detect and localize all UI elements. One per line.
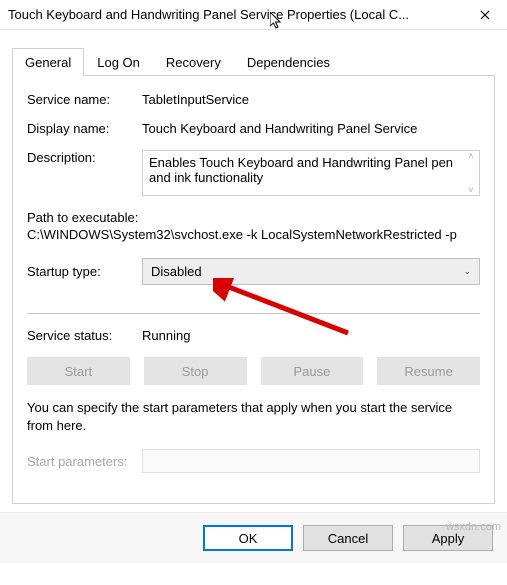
startup-type-value: Disabled bbox=[151, 264, 202, 279]
description-text: Enables Touch Keyboard and Handwriting P… bbox=[149, 155, 453, 185]
divider bbox=[27, 313, 480, 314]
path-label: Path to executable: bbox=[27, 210, 480, 225]
start-params-note: You can specify the start parameters tha… bbox=[27, 399, 480, 435]
start-parameters-input[interactable] bbox=[142, 449, 480, 473]
general-panel: Service name: TabletInputService Display… bbox=[12, 76, 495, 504]
service-name-value: TabletInputService bbox=[142, 92, 480, 107]
dialog-content: General Log On Recovery Dependencies Ser… bbox=[0, 30, 507, 512]
ok-button[interactable]: OK bbox=[203, 525, 293, 551]
startup-type-label: Startup type: bbox=[27, 264, 142, 279]
description-scrollbar[interactable]: ˄ ˅ bbox=[463, 151, 479, 195]
display-name-value: Touch Keyboard and Handwriting Panel Ser… bbox=[142, 121, 480, 136]
start-parameters-label: Start parameters: bbox=[27, 454, 142, 469]
dialog-footer: OK Cancel Apply bbox=[0, 512, 507, 563]
window-title: Touch Keyboard and Handwriting Panel Ser… bbox=[8, 7, 409, 22]
titlebar: Touch Keyboard and Handwriting Panel Ser… bbox=[0, 0, 507, 30]
scroll-up-icon[interactable]: ˄ bbox=[463, 151, 479, 161]
tab-dependencies[interactable]: Dependencies bbox=[234, 48, 343, 76]
start-button[interactable]: Start bbox=[27, 357, 130, 385]
cancel-button[interactable]: Cancel bbox=[303, 525, 393, 551]
tab-general[interactable]: General bbox=[12, 48, 84, 76]
watermark: wsxdn.com bbox=[446, 521, 501, 533]
chevron-down-icon: ⌄ bbox=[463, 266, 471, 277]
service-status-label: Service status: bbox=[27, 328, 142, 343]
path-value: C:\WINDOWS\System32\svchost.exe -k Local… bbox=[27, 227, 480, 242]
pause-button[interactable]: Pause bbox=[261, 357, 364, 385]
close-icon bbox=[480, 10, 490, 20]
close-button[interactable] bbox=[462, 0, 507, 30]
description-label: Description: bbox=[27, 150, 142, 165]
display-name-label: Display name: bbox=[27, 121, 142, 136]
tab-strip: General Log On Recovery Dependencies bbox=[12, 48, 495, 76]
scroll-down-icon[interactable]: ˅ bbox=[463, 185, 479, 195]
description-box: Enables Touch Keyboard and Handwriting P… bbox=[142, 150, 480, 196]
resume-button[interactable]: Resume bbox=[377, 357, 480, 385]
tab-logon[interactable]: Log On bbox=[84, 48, 153, 76]
startup-type-select[interactable]: Disabled ⌄ bbox=[142, 258, 480, 285]
service-name-label: Service name: bbox=[27, 92, 142, 107]
stop-button[interactable]: Stop bbox=[144, 357, 247, 385]
service-status-value: Running bbox=[142, 328, 480, 343]
tab-recovery[interactable]: Recovery bbox=[153, 48, 234, 76]
